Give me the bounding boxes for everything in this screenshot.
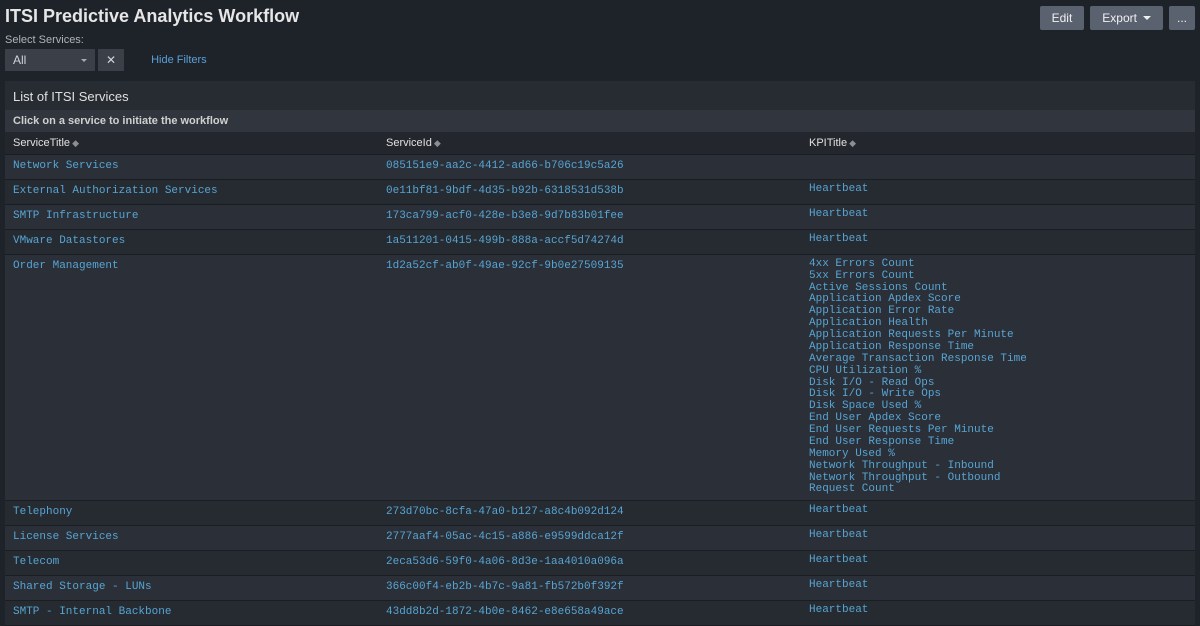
service-select[interactable]: All <box>5 49 95 71</box>
service-title-link[interactable]: Telephony <box>13 505 370 521</box>
services-table: ServiceTitle◆ ServiceId◆ KPITitle◆ Netwo… <box>5 132 1195 626</box>
service-id-link[interactable]: 173ca799-acf0-428e-b3e8-9d7b83b01fee <box>386 209 793 225</box>
service-id-link[interactable]: 1d2a52cf-ab0f-49ae-92cf-9b0e27509135 <box>386 259 793 275</box>
kpi-link[interactable]: Heartbeat <box>809 580 1187 592</box>
chevron-down-icon <box>1143 16 1151 20</box>
table-row[interactable]: License Services2777aaf4-05ac-4c15-a886-… <box>5 526 1195 551</box>
page-title: ITSI Predictive Analytics Workflow <box>5 6 299 27</box>
service-select-value: All <box>13 53 26 67</box>
service-id-link[interactable]: 1a511201-0415-499b-888a-accf5d74274d <box>386 234 793 250</box>
kpi-link[interactable]: 5xx Errors Count <box>809 271 1187 283</box>
clear-filter-button[interactable]: ✕ <box>98 49 124 71</box>
filter-label: Select Services: <box>5 34 1195 46</box>
service-title-link[interactable]: SMTP - Internal Backbone <box>13 605 370 621</box>
table-row[interactable]: SMTP Infrastructure 173ca799-acf0-428e-b3… <box>5 204 1195 229</box>
column-label: ServiceTitle <box>13 137 70 149</box>
content-panel: List of ITSI Services Click on a service… <box>5 81 1195 626</box>
kpi-link[interactable]: Network Throughput - Inbound <box>809 461 1187 473</box>
kpi-link[interactable]: Application Response Time <box>809 342 1187 354</box>
kpi-link[interactable]: Heartbeat <box>809 555 1187 567</box>
kpi-link[interactable]: Heartbeat <box>809 209 1187 221</box>
edit-button[interactable]: Edit <box>1040 6 1085 30</box>
service-title-link[interactable]: SMTP Infrastructure <box>13 209 370 225</box>
kpi-link[interactable]: End User Response Time <box>809 437 1187 449</box>
service-title-link[interactable]: Telecom <box>13 555 370 571</box>
kpi-link[interactable]: Request Count <box>809 484 1187 496</box>
kpi-link[interactable]: Heartbeat <box>809 184 1187 196</box>
service-id-link[interactable]: 2eca53d6-59f0-4a06-8d3e-1aa4010a096a <box>386 555 793 571</box>
service-id-link[interactable]: 085151e9-aa2c-4412-ad66-b706c19c5a26 <box>386 159 793 175</box>
export-button[interactable]: Export <box>1090 6 1163 30</box>
service-title-link[interactable]: External Authorization Services <box>13 184 370 200</box>
header-actions: Edit Export ... <box>1040 6 1195 30</box>
filter-row: Select Services: All ✕ Hide Filters <box>0 32 1200 77</box>
table-row[interactable]: VMware Datastores 1a511201-0415-499b-888a… <box>5 229 1195 254</box>
kpi-link[interactable]: CPU Utilization % <box>809 366 1187 378</box>
service-id-link[interactable]: 273d70bc-8cfa-47a0-b127-a8c4b092d124 <box>386 505 793 521</box>
export-label: Export <box>1102 11 1137 25</box>
kpi-link[interactable]: Heartbeat <box>809 505 1187 517</box>
kpi-link[interactable]: Heartbeat <box>809 234 1187 246</box>
kpi-link[interactable]: Heartbeat <box>809 605 1187 617</box>
section-title: List of ITSI Services <box>5 81 1195 110</box>
service-id-link[interactable]: 0e11bf81-9bdf-4d35-b92b-6318531d538b <box>386 184 793 200</box>
table-row[interactable]: Shared Storage - LUNs 366c00f4-eb2b-4b7c-… <box>5 576 1195 601</box>
hide-filters-link[interactable]: Hide Filters <box>151 54 207 66</box>
service-title-link[interactable]: VMware Datastores <box>13 234 370 250</box>
table-row[interactable]: External Authorization Services 0e11bf81-… <box>5 179 1195 204</box>
more-button[interactable]: ... <box>1169 6 1195 30</box>
service-title-link[interactable]: Order Management <box>13 259 370 275</box>
service-id-link[interactable]: 43dd8b2d-1872-4b0e-8462-e8e658a49ace <box>386 605 793 621</box>
kpi-link[interactable]: Heartbeat <box>809 530 1187 542</box>
column-header-kpi-title[interactable]: KPITitle◆ <box>801 132 1195 155</box>
sort-icon: ◆ <box>434 138 441 148</box>
kpi-link[interactable]: 4xx Errors Count <box>809 259 1187 271</box>
table-row[interactable]: Telecom 2eca53d6-59f0-4a06-8d3e-1aa4010a0… <box>5 551 1195 576</box>
service-title-link[interactable]: Shared Storage - LUNs <box>13 580 370 596</box>
sort-icon: ◆ <box>849 138 856 148</box>
column-label: KPITitle <box>809 137 847 149</box>
kpi-link[interactable]: Memory Used % <box>809 449 1187 461</box>
table-row[interactable]: Telephony 273d70bc-8cfa-47a0-b127-a8c4b09… <box>5 501 1195 526</box>
table-row[interactable]: SMTP - Internal Backbone 43dd8b2d-1872-4b… <box>5 601 1195 626</box>
kpi-link[interactable]: Average Transaction Response Time <box>809 354 1187 366</box>
column-header-service-id[interactable]: ServiceId◆ <box>378 132 801 155</box>
column-header-service-title[interactable]: ServiceTitle◆ <box>5 132 378 155</box>
table-row[interactable]: Network Services 085151e9-aa2c-4412-ad66-… <box>5 155 1195 180</box>
service-title-link[interactable]: Network Services <box>13 159 370 175</box>
column-label: ServiceId <box>386 137 432 149</box>
table-row[interactable]: Order Management 1d2a52cf-ab0f-49ae-92cf-… <box>5 254 1195 501</box>
chevron-down-icon <box>81 59 87 62</box>
sort-icon: ◆ <box>72 138 79 148</box>
service-id-link[interactable]: 366c00f4-eb2b-4b7c-9a81-fb572b0f392f <box>386 580 793 596</box>
section-subtitle: Click on a service to initiate the workf… <box>5 110 1195 132</box>
